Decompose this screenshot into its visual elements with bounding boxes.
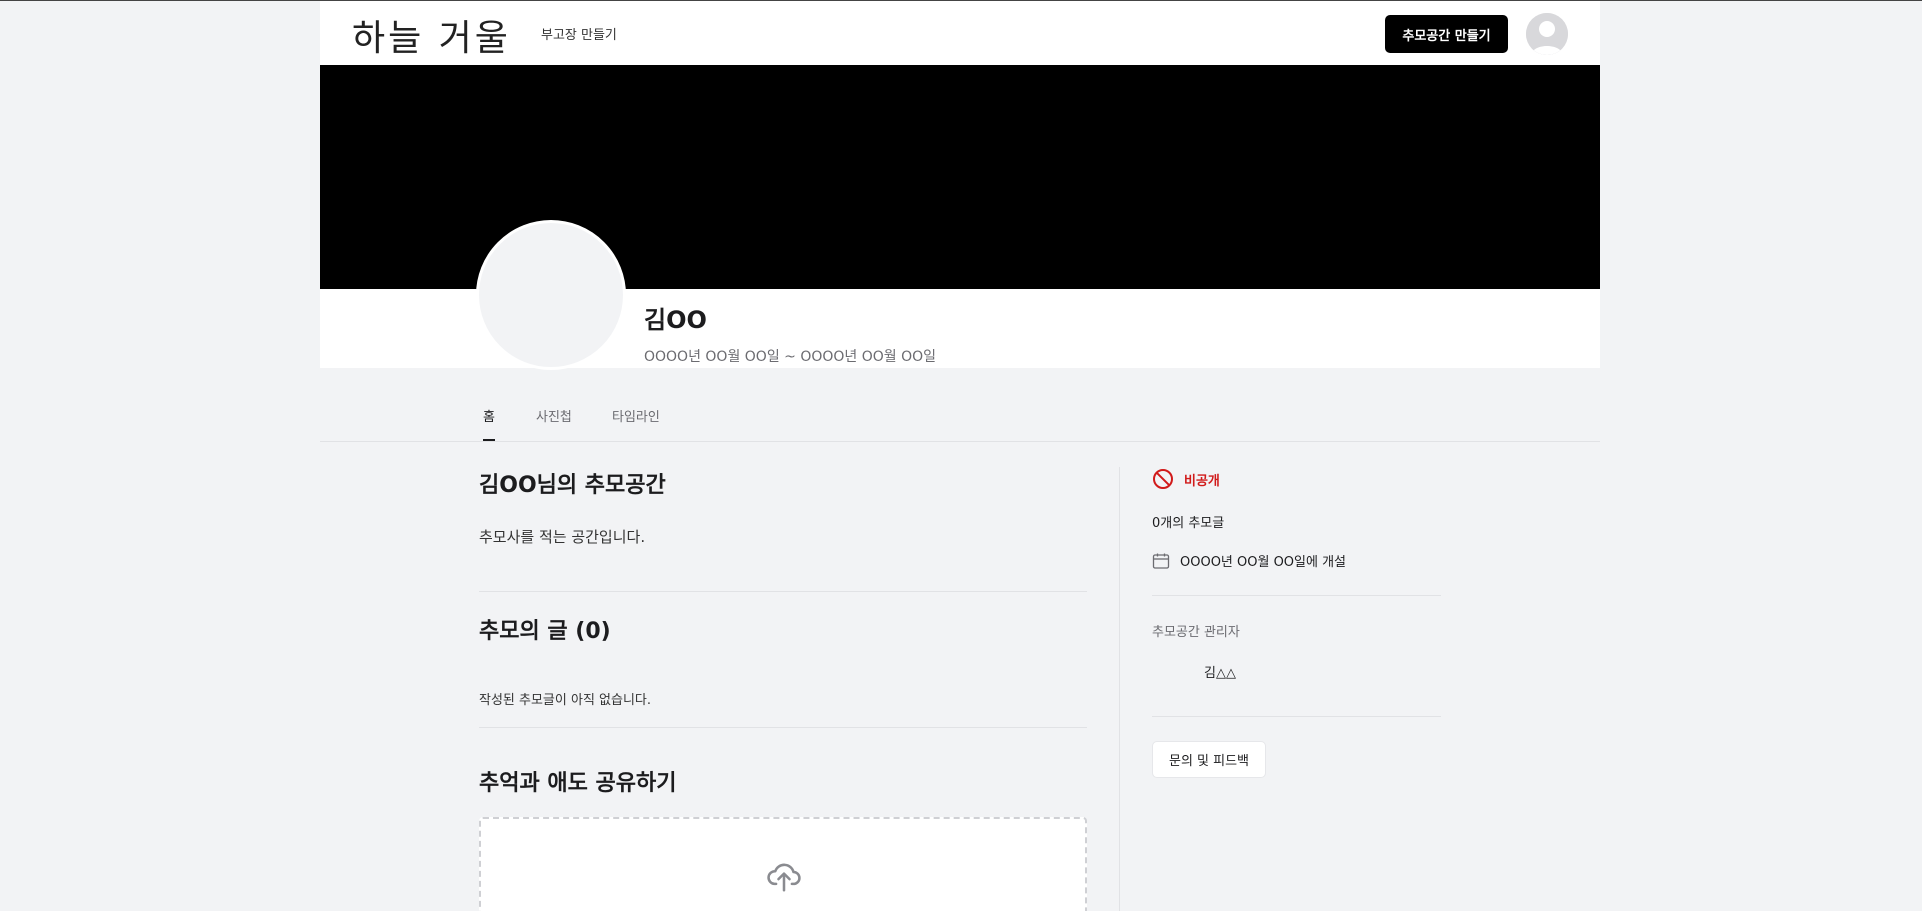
site-header: 하늘 거울 부고장 만들기 추모공간 만들기 xyxy=(320,1,1600,65)
posts-empty-message: 작성된 추모글이 아직 없습니다. xyxy=(479,693,652,708)
posts-title: 추모의 글 (0) xyxy=(479,619,611,644)
memorial-title: 김OO님의 추모공간 xyxy=(479,473,666,498)
tab-timeline[interactable]: 타임라인 xyxy=(612,406,660,439)
privacy-status: 비공개 xyxy=(1152,468,1220,490)
user-avatar-icon[interactable] xyxy=(1526,13,1568,55)
divider xyxy=(1152,716,1441,717)
share-title: 추억과 애도 공유하기 xyxy=(479,771,677,796)
post-count: 0개의 추모글 xyxy=(1152,516,1225,531)
calendar-icon xyxy=(1152,553,1170,569)
site-logo[interactable]: 하늘 거울 xyxy=(352,9,511,61)
privacy-label: 비공개 xyxy=(1184,473,1220,489)
admin-name: 김△△ xyxy=(1204,666,1236,681)
divider xyxy=(479,727,1087,728)
divider xyxy=(1152,595,1441,596)
upload-dropzone[interactable] xyxy=(479,817,1087,911)
tab-home[interactable]: 홈 xyxy=(483,406,495,441)
create-memorial-button[interactable]: 추모공간 만들기 xyxy=(1385,15,1508,53)
opened-date-row: OOOO년 OO월 OO일에 개설 xyxy=(1152,551,1346,570)
feedback-button[interactable]: 문의 및 피드백 xyxy=(1152,741,1266,778)
memorial-description: 추모사를 적는 공간입니다. xyxy=(479,528,646,546)
opened-date: OOOO년 OO월 OO일에 개설 xyxy=(1180,555,1347,570)
life-dates: OOOO년 OO월 OO일 ~ OOOO년 OO월 OO일 xyxy=(644,349,937,365)
nav-create-obituary-link[interactable]: 부고장 만들기 xyxy=(541,24,617,43)
admin-label: 추모공간 관리자 xyxy=(1152,625,1240,640)
profile-photo xyxy=(476,220,626,370)
deceased-name: 김OO xyxy=(644,306,707,334)
column-divider xyxy=(1119,467,1120,911)
page: 하늘 거울 부고장 만들기 추모공간 만들기 김OO OOOO년 OO월 OO일… xyxy=(0,0,1922,911)
divider xyxy=(479,591,1087,592)
tab-photo-album[interactable]: 사진첩 xyxy=(536,406,572,439)
tab-bar: 홈 사진첩 타임라인 xyxy=(320,390,1600,442)
cloud-upload-icon xyxy=(767,863,801,892)
no-entry-icon xyxy=(1153,469,1173,489)
